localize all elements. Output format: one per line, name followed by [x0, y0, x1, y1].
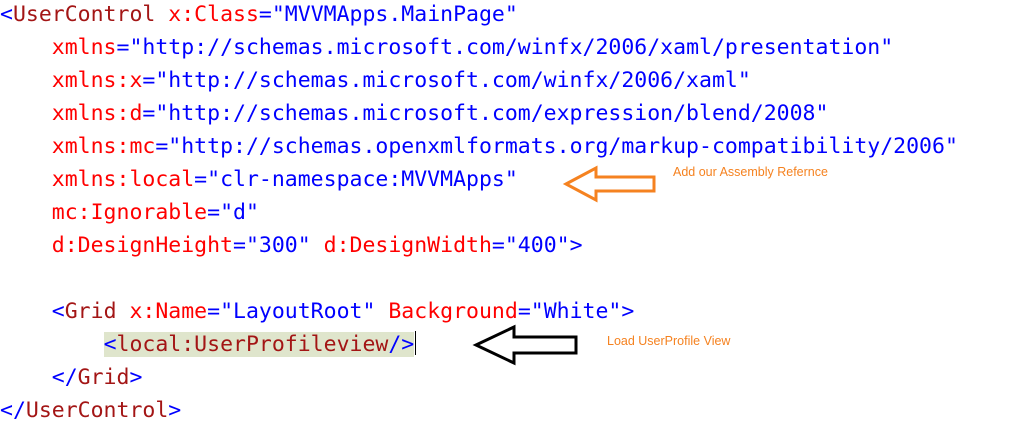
code-line[interactable]: <local:UserProfileview/> — [0, 328, 417, 361]
code-token-value: "d" — [220, 200, 259, 225]
code-token-punct: = — [207, 200, 221, 225]
code-token-attribute: x:Name — [116, 299, 208, 324]
code-token-value: "http://schemas.microsoft.com/expression… — [155, 101, 829, 126]
code-token-value: "http://schemas.openxmlformats.org/marku… — [168, 134, 958, 159]
code-token-value: "http://schemas.microsoft.com/winfx/2006… — [155, 68, 751, 93]
code-token-punct: </ — [0, 398, 26, 423]
code-token-punct: = — [194, 167, 208, 192]
code-content: </Grid> — [52, 365, 143, 390]
code-content: xmlns="http://schemas.microsoft.com/winf… — [52, 35, 893, 60]
orange-left-arrow-icon — [562, 165, 656, 203]
code-line[interactable]: xmlns:local="clr-namespace:MVVMApps" — [0, 163, 518, 196]
highlighted-code-span: <local:UserProfileview/> — [103, 332, 415, 357]
code-token-punct: = — [155, 134, 169, 159]
code-line[interactable]: xmlns="http://schemas.microsoft.com/winf… — [0, 31, 893, 64]
code-token-value: "300" — [245, 233, 311, 258]
code-token-punct: = — [116, 35, 130, 60]
code-token-punct: = — [142, 68, 156, 93]
code-token-punct: = — [142, 101, 156, 126]
code-token-punct: < — [0, 2, 13, 27]
code-token-punct: = — [517, 299, 531, 324]
assembly-reference-annotation: Add our Assembly Refernce — [673, 165, 828, 179]
code-content: <UserControl x:Class="MVVMApps.MainPage" — [0, 2, 518, 27]
code-line[interactable]: xmlns:mc="http://schemas.openxmlformats.… — [0, 130, 958, 163]
code-token-punct: = — [233, 233, 246, 258]
code-content: mc:Ignorable="d" — [52, 200, 259, 225]
code-token-value: "White" — [530, 299, 622, 324]
code-line[interactable]: </UserControl> — [0, 394, 181, 427]
code-line[interactable]: xmlns:x="http://schemas.microsoft.com/wi… — [0, 64, 751, 97]
code-token-attribute: d:DesignHeight — [51, 233, 233, 258]
code-token-attribute: mc:Ignorable — [51, 200, 208, 225]
code-token-punct: > — [168, 398, 182, 423]
load-view-annotation: Load UserProfile View — [607, 334, 731, 348]
code-token-tag: Grid — [77, 365, 130, 390]
text-caret — [415, 331, 417, 355]
code-token-tag: UserControl — [12, 2, 156, 27]
code-token-punct: = — [207, 299, 221, 324]
code-line[interactable]: d:DesignHeight="300" d:DesignWidth="400"… — [0, 229, 583, 262]
code-content: xmlns:local="clr-namespace:MVVMApps" — [52, 167, 518, 192]
code-token-punct: > — [129, 365, 143, 390]
code-token-attribute: xmlns:mc — [51, 134, 156, 159]
code-token-value: "http://schemas.microsoft.com/winfx/2006… — [129, 35, 894, 60]
code-content: xmlns:mc="http://schemas.openxmlformats.… — [52, 134, 958, 159]
code-token-value: "LayoutRoot" — [220, 299, 376, 324]
code-token-attribute: d:DesignWidth — [310, 233, 492, 258]
code-token-tag: local:UserProfileview — [116, 332, 389, 357]
code-content: xmlns:x="http://schemas.microsoft.com/wi… — [52, 68, 751, 93]
code-token-value: "MVVMApps.MainPage" — [271, 2, 518, 27]
code-token-attribute: Background — [375, 299, 518, 324]
code-line[interactable]: mc:Ignorable="d" — [0, 196, 259, 229]
code-content: xmlns:d="http://schemas.microsoft.com/ex… — [52, 101, 829, 126]
code-line[interactable]: xmlns:d="http://schemas.microsoft.com/ex… — [0, 97, 829, 130]
code-token-tag: Grid — [64, 299, 117, 324]
code-token-punct: = — [491, 233, 505, 258]
code-content: <Grid x:Name="LayoutRoot" Background="Wh… — [52, 299, 635, 324]
code-token-punct: /> — [388, 332, 415, 357]
code-line[interactable]: <UserControl x:Class="MVVMApps.MainPage" — [0, 0, 518, 31]
code-token-tag: UserControl — [25, 398, 169, 423]
code-content: </UserControl> — [0, 398, 181, 423]
code-line[interactable]: </Grid> — [0, 361, 143, 394]
code-token-punct: < — [103, 332, 117, 357]
code-token-punct: > — [621, 299, 635, 324]
code-token-attribute: xmlns:x — [51, 68, 143, 93]
code-token-punct: < — [51, 299, 65, 324]
code-token-value: "clr-namespace:MVVMApps" — [207, 167, 518, 192]
code-token-punct: = — [258, 2, 272, 27]
code-token-punct: </ — [51, 365, 78, 390]
code-token-attribute: xmlns — [51, 35, 117, 60]
code-token-value: "400" — [504, 233, 570, 258]
code-token-attribute: x:Class — [155, 2, 259, 27]
code-token-attribute: xmlns:d — [51, 101, 143, 126]
black-left-arrow-icon — [472, 324, 578, 366]
code-token-attribute: xmlns:local — [51, 167, 195, 192]
code-content: d:DesignHeight="300" d:DesignWidth="400"… — [52, 233, 583, 258]
code-token-punct: > — [569, 233, 583, 258]
